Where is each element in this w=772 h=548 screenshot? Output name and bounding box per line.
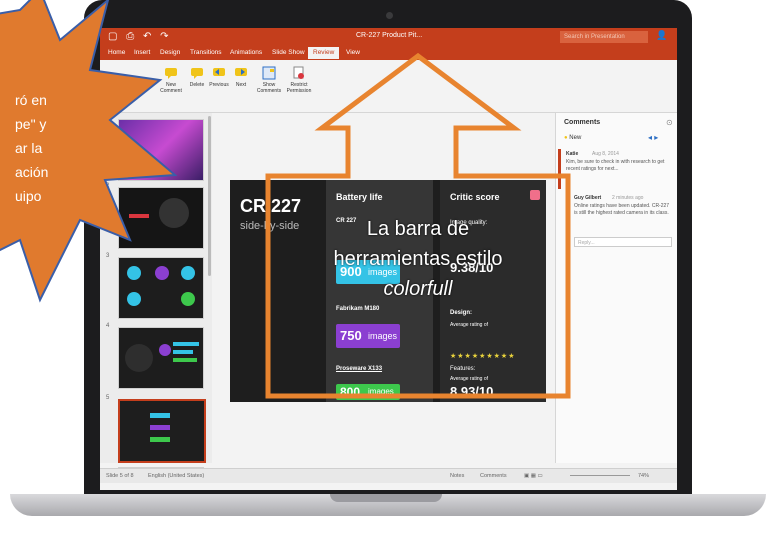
toolbar-overlay-label: La barra de herramientas estilo colorful… [333,218,503,300]
